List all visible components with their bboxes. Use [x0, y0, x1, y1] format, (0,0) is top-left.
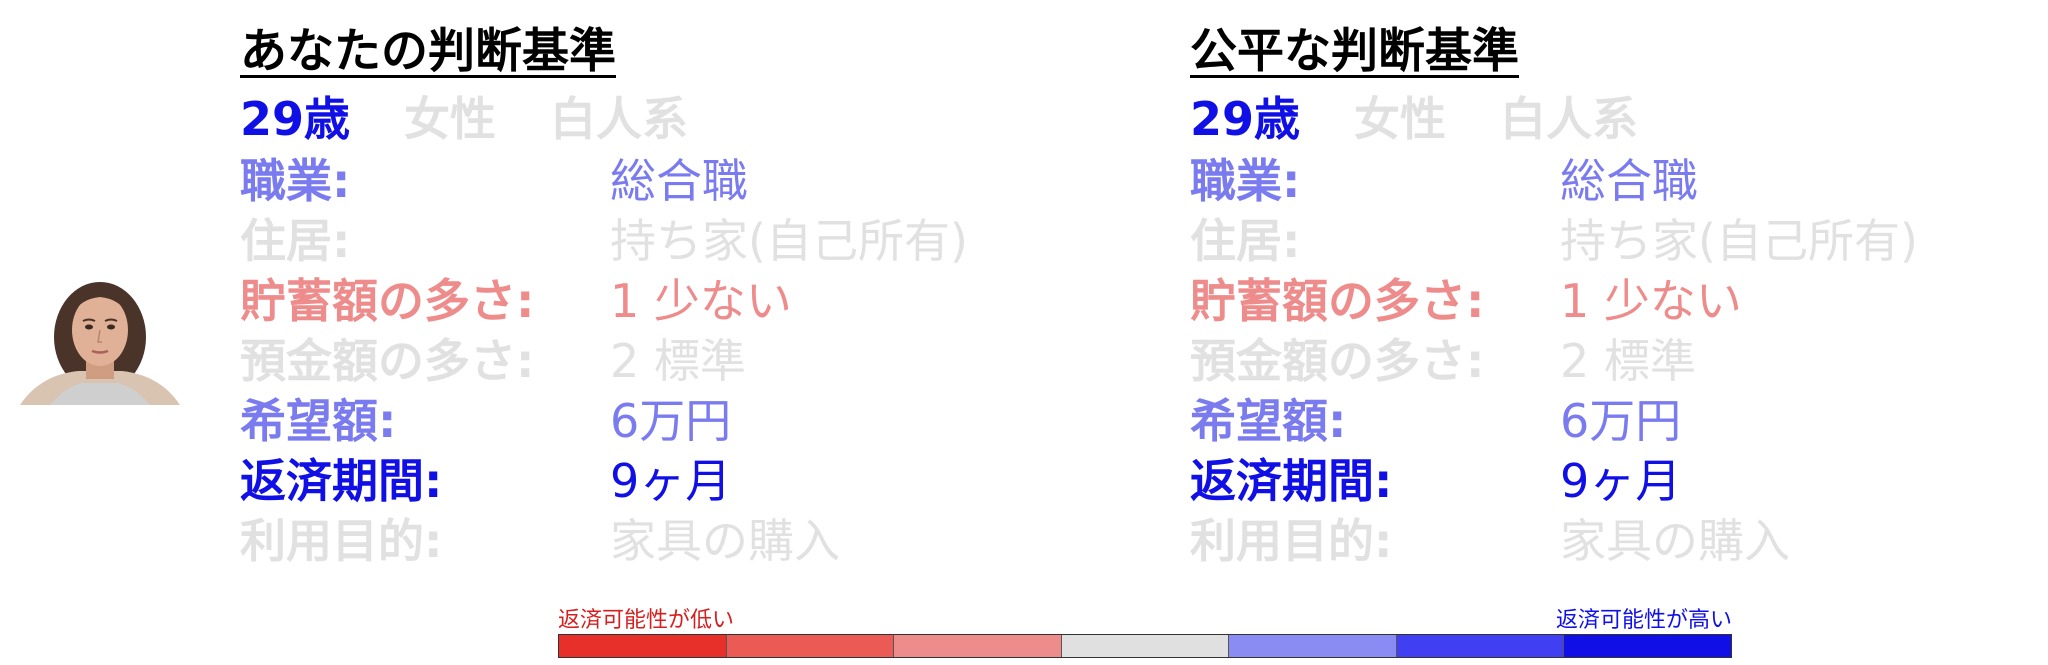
- fair-criteria-panel: 公平な判断基準 29歳 女性 白人系 職業: 総合職 住居: 持ち家(自己所有) 貯蓄額…: [1190, 22, 2048, 568]
- attribute-value: 家具の購入: [610, 514, 840, 568]
- panel-title: あなたの判断基準: [240, 24, 616, 79]
- demographics: 29歳 女性 白人系: [240, 84, 1140, 148]
- attribute-row: 希望額: 6万円: [240, 388, 1140, 448]
- attribute-label: 住居:: [1190, 214, 1301, 268]
- portrait-photo: [20, 275, 180, 405]
- attribute-row: 住居: 持ち家(自己所有): [240, 208, 1140, 268]
- attribute-row: 貯蓄額の多さ: 1 少ない: [1190, 268, 2048, 328]
- color-scale-segment: [1229, 635, 1397, 657]
- attribute-value: 持ち家(自己所有): [1560, 214, 1918, 268]
- attribute-label: 貯蓄額の多さ:: [240, 274, 535, 328]
- attribute-label: 利用目的:: [1190, 514, 1393, 568]
- attribute-list: 職業: 総合職住居: 持ち家(自己所有) 貯蓄額の多さ: 1 少ない預金額の多さ: 2 標…: [1190, 148, 2048, 568]
- high-repayment-label: 返済可能性が高い: [1555, 608, 1732, 633]
- attribute-label: 返済期間:: [240, 454, 443, 508]
- attribute-label: 利用目的:: [240, 514, 443, 568]
- attribute-row: 貯蓄額の多さ: 1 少ない: [240, 268, 1140, 328]
- color-scale-legend: 返済可能性が低い 返済可能性が高い: [558, 602, 1732, 659]
- attribute-value: 総合職: [610, 154, 748, 208]
- color-scale-bar: [558, 634, 1732, 658]
- attribute-value: 家具の購入: [1560, 514, 1790, 568]
- low-repayment-label: 返済可能性が低い: [558, 608, 735, 633]
- attribute-label: 住居:: [240, 214, 351, 268]
- attribute-list: 職業: 総合職住居: 持ち家(自己所有) 貯蓄額の多さ: 1 少ない預金額の多さ: 2 標…: [240, 148, 1140, 568]
- attribute-row: 住居: 持ち家(自己所有): [1190, 208, 2048, 268]
- gender-value: 女性: [404, 92, 497, 146]
- color-scale-segment: [1396, 635, 1565, 657]
- attribute-value: 総合職: [1560, 154, 1698, 208]
- attribute-value: 2 標準: [610, 334, 746, 388]
- panel-title: 公平な判断基準: [1190, 24, 1519, 79]
- user-criteria-panel: あなたの判断基準 29歳 女性 白人系 職業: 総合職 住居: 持ち家(自己所有) 貯蓄…: [240, 22, 1140, 568]
- attribute-label: 希望額:: [1190, 394, 1347, 448]
- attribute-label: 返済期間:: [1190, 454, 1393, 508]
- attribute-label: 預金額の多さ:: [240, 334, 535, 388]
- attribute-value: 6万円: [1560, 394, 1682, 448]
- ethnicity-value: 白人系: [550, 92, 689, 146]
- demographics: 29歳 女性 白人系: [1190, 84, 2048, 148]
- attribute-row: 職業: 総合職: [1190, 148, 2048, 208]
- attribute-value: 持ち家(自己所有): [610, 214, 968, 268]
- attribute-label: 希望額:: [240, 394, 397, 448]
- attribute-value: 1 少ない: [1560, 274, 1742, 328]
- ethnicity-value: 白人系: [1500, 92, 1639, 146]
- attribute-label: 預金額の多さ:: [1190, 334, 1485, 388]
- attribute-row: 職業: 総合職: [240, 148, 1140, 208]
- attribute-label: 貯蓄額の多さ:: [1190, 274, 1485, 328]
- attribute-value: 9ヶ月: [1560, 454, 1682, 508]
- attribute-row: 利用目的: 家具の購入: [1190, 508, 2048, 568]
- attribute-value: 6万円: [610, 394, 732, 448]
- attribute-row: 希望額: 6万円: [1190, 388, 2048, 448]
- attribute-value: 9ヶ月: [610, 454, 732, 508]
- color-scale-segment: [894, 635, 1062, 657]
- attribute-label: 職業:: [240, 154, 351, 208]
- attribute-row: 返済期間: 9ヶ月: [240, 448, 1140, 508]
- color-scale-segment: [726, 635, 895, 657]
- attribute-row: 預金額の多さ: 2 標準: [1190, 328, 2048, 388]
- attribute-value: 1 少ない: [610, 274, 792, 328]
- attribute-row: 利用目的: 家具の購入: [240, 508, 1140, 568]
- color-scale-segment: [1564, 635, 1732, 657]
- attribute-row: 預金額の多さ: 2 標準: [240, 328, 1140, 388]
- age-value: 29歳: [1190, 92, 1301, 146]
- attribute-label: 職業:: [1190, 154, 1301, 208]
- gender-value: 女性: [1354, 92, 1447, 146]
- age-value: 29歳: [240, 92, 351, 146]
- color-scale-segment: [559, 635, 727, 657]
- attribute-row: 返済期間: 9ヶ月: [1190, 448, 2048, 508]
- attribute-value: 2 標準: [1560, 334, 1696, 388]
- color-scale-segment: [1061, 635, 1230, 657]
